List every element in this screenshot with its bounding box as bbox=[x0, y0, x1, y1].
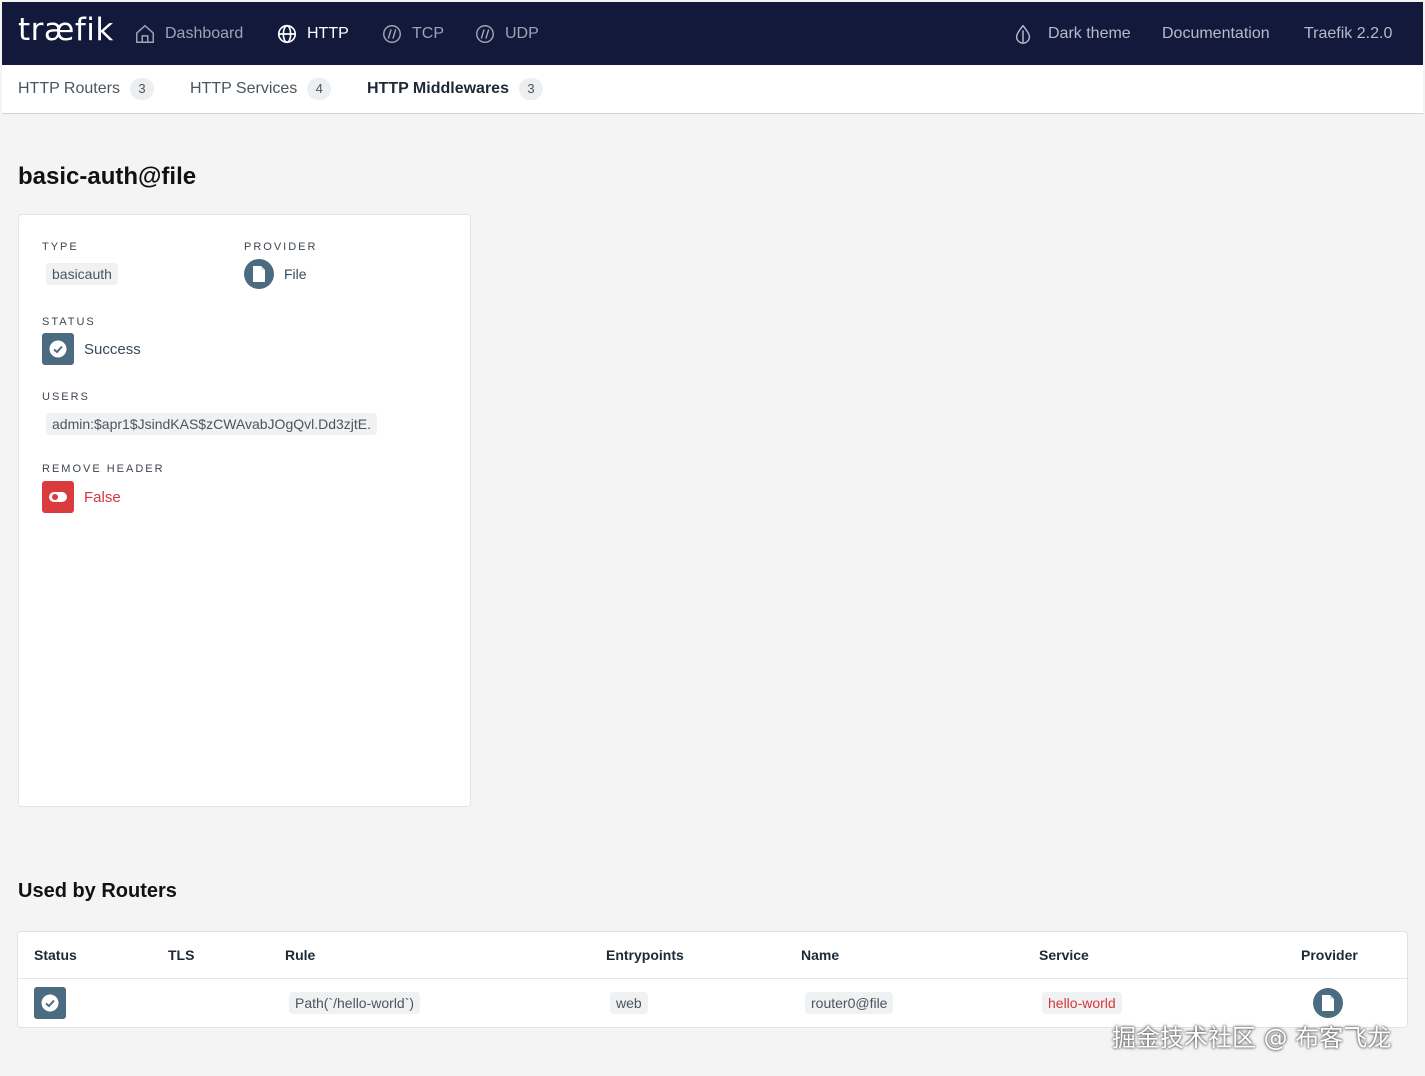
provider-value-row: File bbox=[244, 259, 307, 289]
users-value: admin:$apr1$JsindKAS$zCWAvabJOgQvl.Dd3zj… bbox=[46, 413, 378, 435]
remove-header-value: False bbox=[84, 488, 121, 506]
tab-http-routers[interactable]: HTTP Routers 3 bbox=[18, 65, 154, 113]
tcp-icon bbox=[381, 23, 403, 45]
dark-theme-toggle[interactable]: Dark theme bbox=[1012, 2, 1131, 65]
middleware-detail-card: TYPE basicauth PROVIDER File STATUS Succ… bbox=[18, 214, 471, 807]
row-rule: Path(`/hello-world`) bbox=[289, 979, 421, 1027]
count-badge: 4 bbox=[307, 78, 332, 100]
row-name: router0@file bbox=[805, 979, 894, 1027]
documentation-link[interactable]: Documentation bbox=[1162, 2, 1270, 65]
header-divider bbox=[18, 978, 1407, 979]
remove-header-row: False bbox=[42, 481, 121, 513]
router-name-chip: router0@file bbox=[805, 992, 894, 1014]
row-status bbox=[34, 979, 66, 1027]
tab-http-services-label: HTTP Services bbox=[190, 80, 298, 97]
nav-udp-label: UDP bbox=[505, 24, 539, 42]
col-tls[interactable]: TLS bbox=[168, 932, 194, 978]
tab-http-middlewares-label: HTTP Middlewares bbox=[367, 80, 509, 97]
provider-value: File bbox=[284, 266, 307, 282]
status-label: STATUS bbox=[42, 316, 96, 328]
service-chip[interactable]: hello-world bbox=[1042, 992, 1122, 1014]
drop-icon bbox=[1012, 23, 1034, 45]
col-rule[interactable]: Rule bbox=[285, 932, 315, 978]
nav-dashboard-label: Dashboard bbox=[165, 24, 244, 42]
tab-http-routers-label: HTTP Routers bbox=[18, 80, 120, 97]
row-entrypoints: web bbox=[610, 979, 648, 1027]
check-circle-icon bbox=[42, 333, 74, 365]
page-title: basic-auth@file bbox=[18, 163, 197, 190]
users-label: USERS bbox=[42, 391, 90, 403]
dark-theme-label: Dark theme bbox=[1048, 24, 1131, 42]
nav-tcp[interactable]: TCP bbox=[381, 2, 444, 65]
globe-icon bbox=[276, 23, 298, 45]
tab-http-middlewares[interactable]: HTTP Middlewares 3 bbox=[367, 65, 543, 113]
routers-table: Status TLS Rule Entrypoints Name Service… bbox=[17, 931, 1408, 1028]
col-entrypoints[interactable]: Entrypoints bbox=[606, 932, 684, 978]
status-value-row: Success bbox=[42, 333, 141, 365]
type-value: basicauth bbox=[46, 263, 118, 285]
type-label: TYPE bbox=[42, 241, 79, 253]
traefik-logo[interactable]: træfik bbox=[18, 12, 114, 48]
nav-dashboard[interactable]: Dashboard bbox=[134, 2, 243, 65]
used-by-routers-title: Used by Routers bbox=[18, 880, 177, 902]
watermark-text: 掘金技术社区 @ 布客飞龙 bbox=[1112, 1024, 1392, 1052]
count-badge: 3 bbox=[518, 78, 543, 100]
col-service[interactable]: Service bbox=[1039, 932, 1089, 978]
tab-http-services[interactable]: HTTP Services 4 bbox=[190, 65, 332, 113]
home-icon bbox=[134, 23, 156, 45]
file-icon bbox=[1313, 988, 1343, 1018]
status-value: Success bbox=[84, 340, 141, 358]
count-badge: 3 bbox=[129, 78, 154, 100]
nav-http-label: HTTP bbox=[307, 24, 349, 42]
provider-label: PROVIDER bbox=[244, 241, 318, 253]
nav-http[interactable]: HTTP bbox=[276, 2, 349, 65]
top-navbar: træfik Dashboard HTTP TCP UDP Dark theme… bbox=[2, 2, 1423, 65]
udp-icon bbox=[474, 23, 496, 45]
rule-chip: Path(`/hello-world`) bbox=[289, 992, 421, 1014]
version-label: Traefik 2.2.0 bbox=[1304, 24, 1393, 42]
col-name[interactable]: Name bbox=[801, 932, 839, 978]
row-service: hello-world bbox=[1042, 979, 1122, 1027]
col-provider[interactable]: Provider bbox=[1301, 932, 1358, 978]
check-circle-icon bbox=[34, 987, 66, 1019]
sub-navbar: HTTP Routers 3 HTTP Services 4 HTTP Midd… bbox=[2, 65, 1423, 114]
col-status[interactable]: Status bbox=[34, 932, 77, 978]
entrypoint-chip: web bbox=[610, 992, 648, 1014]
toggle-off-icon bbox=[42, 481, 74, 513]
nav-udp[interactable]: UDP bbox=[474, 2, 539, 65]
file-icon bbox=[244, 259, 274, 289]
remove-header-label: REMOVE HEADER bbox=[42, 463, 165, 475]
nav-tcp-label: TCP bbox=[412, 24, 444, 42]
